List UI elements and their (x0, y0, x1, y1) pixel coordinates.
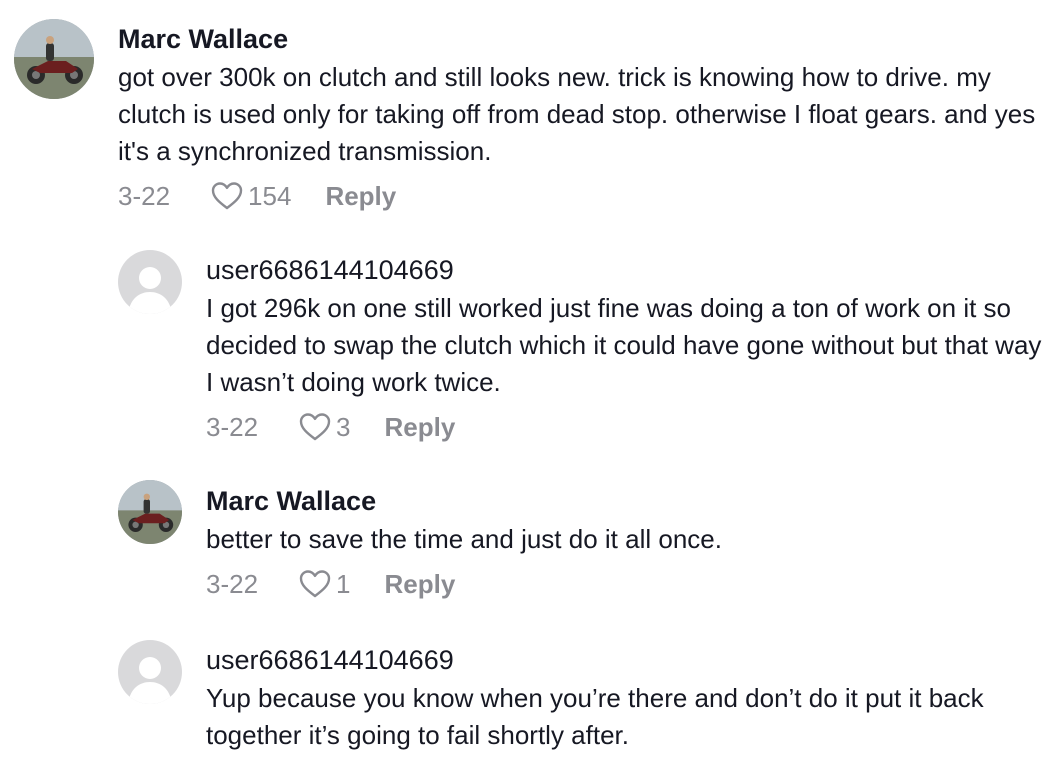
reply-item: user6686144104669 I got 296k on one stil… (0, 220, 1064, 460)
like-button[interactable]: 3 (298, 411, 351, 443)
heart-icon (211, 182, 243, 210)
motorcycle-avatar-icon (14, 19, 94, 99)
heart-icon (299, 413, 331, 441)
heart-icon (299, 570, 331, 598)
default-user-avatar-icon (118, 640, 182, 704)
comment-body: Marc Wallace better to save the time and… (206, 485, 1046, 604)
motorcycle-avatar-icon (118, 480, 182, 544)
like-button[interactable]: 154 (210, 181, 291, 212)
comment-body: user6686144104669 I got 296k on one stil… (206, 254, 1046, 447)
comment-text: I got 296k on one still worked just fine… (206, 293, 1042, 397)
comment-username[interactable]: user6686144104669 (206, 254, 1046, 286)
avatar[interactable] (118, 250, 182, 314)
like-count: 3 (336, 411, 351, 442)
comment-date: 3-22 (206, 411, 259, 442)
comment-date: 3-22 (118, 180, 171, 211)
avatar[interactable] (14, 19, 94, 99)
reply-item: user6686144104669 Yup because you know w… (0, 620, 1064, 758)
reply-button[interactable]: Reply (385, 569, 456, 600)
avatar[interactable] (118, 480, 182, 544)
comment-body: Marc Wallace got over 300k on clutch and… (118, 23, 1038, 216)
comment-item: Marc Wallace got over 300k on clutch and… (0, 0, 1064, 220)
avatar[interactable] (118, 640, 182, 704)
comment-text: got over 300k on clutch and still looks … (118, 62, 1036, 166)
default-user-avatar-icon (118, 250, 182, 314)
reply-button[interactable]: Reply (385, 412, 456, 443)
comment-meta: 3-22 1 Reply (206, 564, 1046, 604)
like-count: 154 (248, 180, 292, 211)
comment-username[interactable]: user6686144104669 (206, 644, 1046, 676)
comment-username[interactable]: Marc Wallace (118, 23, 1038, 55)
reply-item: Marc Wallace better to save the time and… (0, 460, 1064, 620)
comment-username[interactable]: Marc Wallace (206, 485, 1046, 517)
comment-meta: 3-22 154 Reply (118, 176, 1038, 216)
comment-body: user6686144104669 Yup because you know w… (206, 644, 1046, 754)
comment-text: better to save the time and just do it a… (206, 524, 722, 554)
comment-meta: 3-22 3 Reply (206, 407, 1046, 447)
like-count: 1 (336, 568, 351, 599)
comment-text: Yup because you know when you’re there a… (206, 683, 984, 750)
like-button[interactable]: 1 (298, 568, 351, 600)
comment-date: 3-22 (206, 568, 259, 599)
reply-button[interactable]: Reply (325, 181, 396, 212)
